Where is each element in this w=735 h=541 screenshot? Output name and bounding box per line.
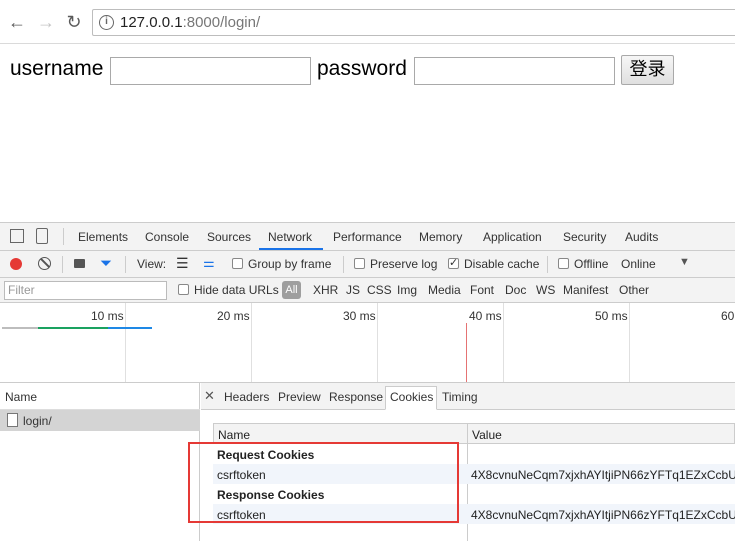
preserve-log-toggle[interactable]: Preserve log xyxy=(354,257,437,271)
tab-sources[interactable]: Sources xyxy=(207,230,251,244)
filter-type-manifest[interactable]: Manifest xyxy=(563,283,608,297)
filter-funnel-icon[interactable]: ⏷ xyxy=(100,255,112,272)
filter-type-js[interactable]: JS xyxy=(346,283,360,297)
offline-toggle[interactable]: Offline xyxy=(558,257,608,271)
inspect-element-icon[interactable] xyxy=(10,229,24,243)
filter-type-font[interactable]: Font xyxy=(470,283,494,297)
tab-console[interactable]: Console xyxy=(145,230,189,244)
document-icon xyxy=(7,413,18,427)
request-row-login[interactable]: login/ xyxy=(0,410,200,431)
reload-icon[interactable]: ↻ xyxy=(64,12,84,32)
filter-type-ws[interactable]: WS xyxy=(536,283,555,297)
filter-type-xhr[interactable]: XHR xyxy=(313,283,338,297)
group-by-frame-toggle[interactable]: Group by frame xyxy=(232,257,331,271)
request-bar-ttfb xyxy=(38,327,108,329)
tick-label: 10 ms xyxy=(91,309,124,323)
username-label: username xyxy=(10,57,104,80)
request-name: login/ xyxy=(23,414,52,428)
address-bar[interactable]: i 127.0.0.1:8000/login/ xyxy=(92,9,735,36)
tick-label: 50 ms xyxy=(595,309,628,323)
tick-label: 60 xyxy=(721,309,735,323)
disable-cache-toggle[interactable]: Disable cache xyxy=(448,256,539,271)
load-event-marker xyxy=(466,323,467,382)
screenshot-camera-icon[interactable] xyxy=(74,259,85,268)
tab-headers[interactable]: Headers xyxy=(224,390,269,404)
login-button[interactable]: 登录 xyxy=(621,55,674,85)
tab-performance[interactable]: Performance xyxy=(333,230,402,244)
filter-type-doc[interactable]: Doc xyxy=(505,283,526,297)
url-text: 127.0.0.1:8000/login/ xyxy=(120,14,261,31)
chevron-down-icon[interactable]: ▼ xyxy=(679,256,690,268)
tab-application[interactable]: Application xyxy=(483,230,542,244)
tick-label: 20 ms xyxy=(217,309,250,323)
close-icon[interactable]: ✕ xyxy=(204,388,215,404)
waterfall-overview-icon[interactable]: ⚌ xyxy=(203,256,215,270)
column-value[interactable]: Value xyxy=(472,428,502,442)
active-tab-indicator xyxy=(259,248,323,250)
password-input[interactable] xyxy=(414,57,615,85)
tab-cookies[interactable]: Cookies xyxy=(390,390,433,404)
large-rows-icon[interactable]: ☰ xyxy=(176,256,189,270)
devtools-tabbar: Elements Console Sources Network Perform… xyxy=(0,223,735,251)
tab-elements[interactable]: Elements xyxy=(78,230,128,244)
highlight-annotation-box xyxy=(188,442,459,523)
tick-label: 30 ms xyxy=(343,309,376,323)
filter-type-media[interactable]: Media xyxy=(428,283,461,297)
filter-type-all[interactable]: All xyxy=(282,281,301,299)
browser-toolbar: ← → ↻ i 127.0.0.1:8000/login/ xyxy=(0,0,735,44)
filter-input[interactable]: Filter xyxy=(4,281,167,300)
tab-network[interactable]: Network xyxy=(268,230,312,244)
name-column-header[interactable]: Name xyxy=(0,383,200,410)
filter-type-css[interactable]: CSS xyxy=(367,283,392,297)
cookies-table-header: Name Value xyxy=(213,423,735,444)
request-bar-download xyxy=(108,327,152,329)
tab-audits[interactable]: Audits xyxy=(625,230,658,244)
request-list: Name login/ xyxy=(0,383,200,541)
tab-response[interactable]: Response xyxy=(329,390,383,404)
clear-icon[interactable] xyxy=(38,257,51,270)
filter-type-img[interactable]: Img xyxy=(397,283,417,297)
tab-security[interactable]: Security xyxy=(563,230,606,244)
hide-data-urls-toggle[interactable]: Hide data URLs xyxy=(178,283,279,297)
tab-memory[interactable]: Memory xyxy=(419,230,462,244)
network-overview-timeline[interactable]: 10 ms 20 ms 30 ms 40 ms 50 ms 60 xyxy=(0,303,735,383)
filter-type-other[interactable]: Other xyxy=(619,283,649,297)
record-icon[interactable] xyxy=(10,258,22,270)
device-toolbar-icon[interactable] xyxy=(36,228,48,244)
tab-preview[interactable]: Preview xyxy=(278,390,321,404)
cookie-value: 4X8cvnuNeCqm7xjxhAYItjiPN66zYFTq1EZxCcbU… xyxy=(471,508,735,522)
filter-bar: Filter Hide data URLs All XHR JS CSS Img… xyxy=(0,278,735,303)
password-label: password xyxy=(317,57,407,80)
cookie-value: 4X8cvnuNeCqm7xjxhAYItjiPN66zYFTq1EZxCcbU… xyxy=(471,468,735,482)
forward-arrow-icon[interactable]: → xyxy=(36,12,56,32)
back-arrow-icon[interactable]: ← xyxy=(7,12,27,32)
detail-tabbar: ✕ Headers Preview Response Cookies Timin… xyxy=(201,383,735,410)
network-toolbar: ⏷ View: ☰ ⚌ Group by frame Preserve log … xyxy=(0,251,735,278)
throttling-select[interactable]: Online xyxy=(621,257,656,271)
username-input[interactable] xyxy=(110,57,311,85)
column-name[interactable]: Name xyxy=(218,428,250,442)
request-bar-waiting xyxy=(2,327,38,329)
tick-label: 40 ms xyxy=(469,309,502,323)
page-content: username password 登录 xyxy=(0,45,735,222)
info-icon[interactable]: i xyxy=(99,15,114,30)
view-label: View: xyxy=(137,257,167,271)
tab-timing[interactable]: Timing xyxy=(442,390,478,404)
